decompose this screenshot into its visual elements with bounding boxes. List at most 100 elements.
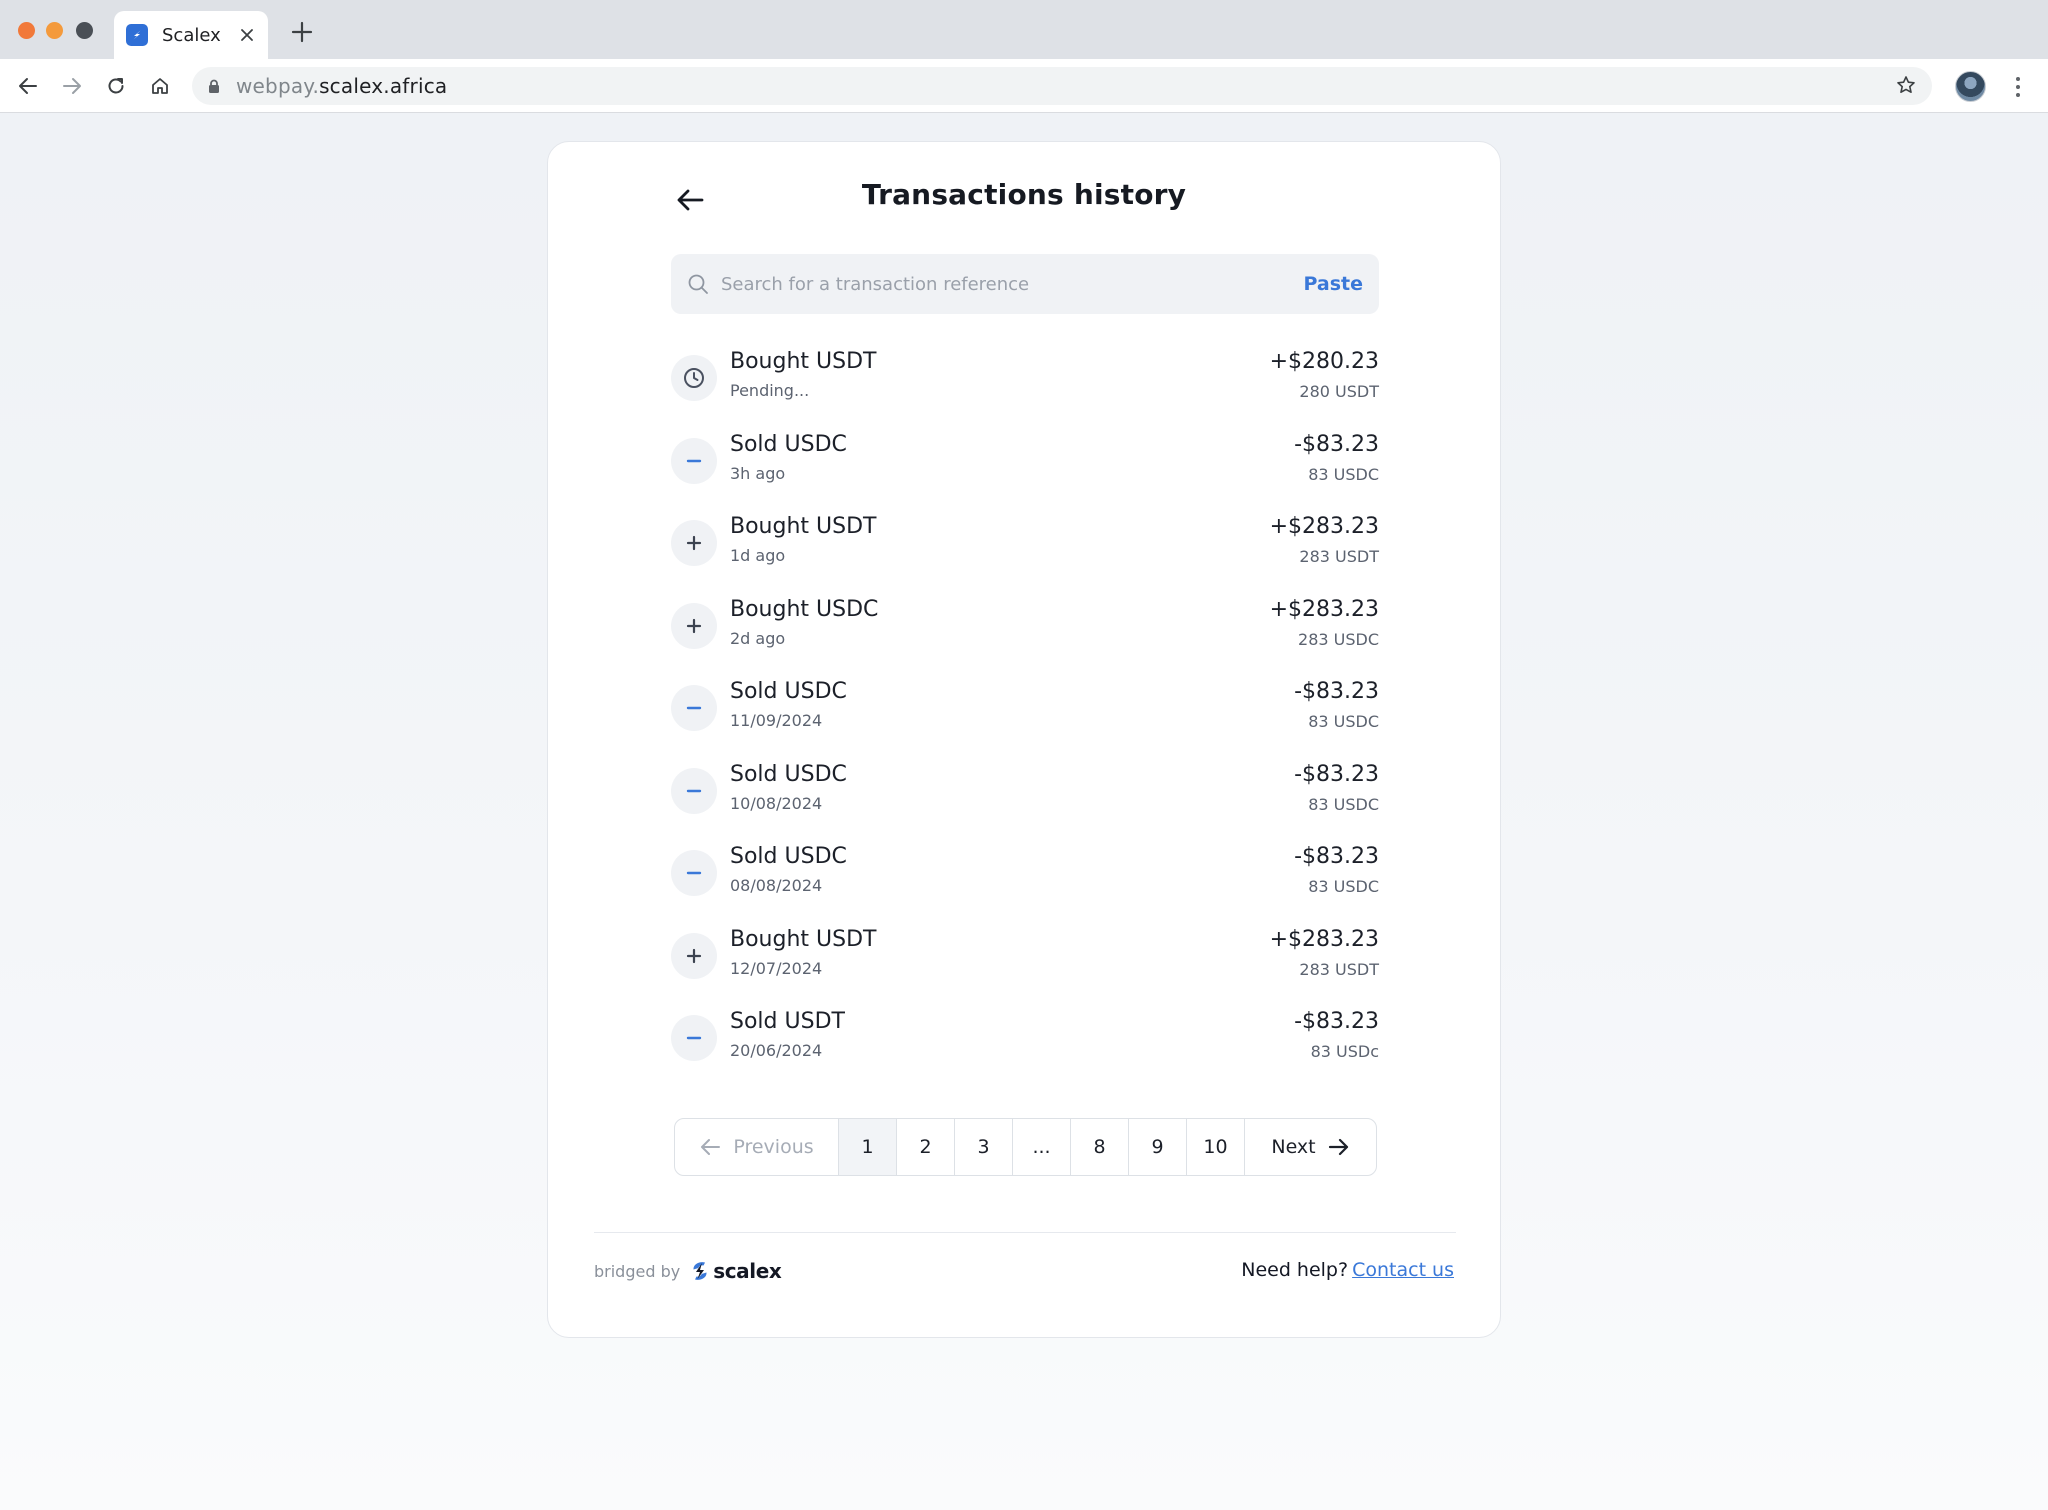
window-minimize-button[interactable] — [46, 22, 63, 39]
transaction-amount: +$283.23 — [1269, 926, 1379, 952]
minus-icon — [671, 767, 717, 814]
help-section: Need help? Contact us — [1241, 1259, 1454, 1281]
page-9-button[interactable]: 9 — [1129, 1119, 1187, 1175]
transaction-date: 10/08/2024 — [730, 793, 823, 813]
tab-close-icon[interactable] — [238, 25, 256, 46]
scalex-logo: scalex — [690, 1259, 782, 1283]
minus-icon — [671, 850, 717, 896]
scalex-favicon-icon — [126, 24, 148, 46]
search-field[interactable]: Search for a transaction reference Paste — [671, 254, 1379, 314]
address-bar[interactable]: webpay.scalex.africa — [192, 67, 1932, 105]
transaction-row[interactable]: Bought USDT 1d ago +$283.23 283 USDT — [671, 510, 1379, 593]
browser-reload-icon[interactable] — [102, 72, 130, 100]
browser-home-icon[interactable] — [146, 72, 174, 100]
minus-icon — [671, 1015, 717, 1061]
window-zoom-button[interactable] — [76, 22, 93, 39]
transaction-date: 20/06/2024 — [730, 1041, 823, 1060]
transaction-date: 11/09/2024 — [730, 711, 823, 730]
transaction-row[interactable]: Sold USDC 10/08/2024 -$83.23 83 USDC — [671, 758, 1379, 841]
need-help-text: Need help? — [1241, 1259, 1349, 1281]
browser-toolbar: webpay.scalex.africa — [0, 59, 2048, 113]
transaction-amount: -$83.23 — [1294, 431, 1379, 457]
plus-icon — [671, 520, 717, 566]
transaction-title: Bought USDC — [730, 596, 879, 622]
transaction-status: Pending... — [730, 381, 810, 400]
browser-tab-bar: Scalex — [0, 0, 2048, 59]
window-close-button[interactable] — [18, 22, 35, 39]
transaction-time: 3h ago — [730, 463, 786, 483]
page-ellipsis: ... — [1013, 1119, 1071, 1175]
powered-by: bridged by scalex — [594, 1259, 782, 1283]
arrow-right-icon — [1328, 1137, 1350, 1157]
transaction-crypto-amount: 83 USDC — [1308, 877, 1379, 896]
plus-icon — [671, 602, 717, 649]
minus-icon — [671, 685, 717, 731]
footer-divider — [594, 1232, 1456, 1233]
transaction-row[interactable]: Bought USDC 2d ago +$283.23 283 USDC — [671, 593, 1379, 676]
search-input[interactable]: Search for a transaction reference — [721, 274, 1303, 295]
transaction-row[interactable]: Sold USDT 20/06/2024 -$83.23 83 USDc — [671, 1005, 1379, 1088]
transaction-row[interactable]: Sold USDC 11/09/2024 -$83.23 83 USDC — [671, 675, 1379, 758]
page-3-button[interactable]: 3 — [955, 1119, 1013, 1175]
browser-tab[interactable]: Scalex — [114, 11, 268, 59]
transaction-title: Sold USDC — [730, 679, 847, 704]
transaction-list: Bought USDT Pending... +$280.23 280 USDT… — [671, 345, 1379, 1088]
transaction-row[interactable]: Sold USDC 3h ago -$83.23 83 USDC — [671, 428, 1379, 511]
previous-label: Previous — [733, 1136, 814, 1158]
transaction-crypto-amount: 83 USDC — [1308, 712, 1379, 731]
scalex-logo-icon — [690, 1260, 710, 1282]
brand-name: scalex — [713, 1259, 782, 1283]
transaction-amount: -$83.23 — [1294, 1009, 1379, 1034]
contact-us-link[interactable]: Contact us — [1352, 1259, 1454, 1281]
lock-icon — [208, 79, 220, 94]
clock-icon — [671, 355, 717, 401]
transaction-title: Bought USDT — [730, 514, 877, 539]
transaction-crypto-amount: 83 USDC — [1308, 464, 1379, 484]
profile-avatar[interactable] — [1955, 71, 1986, 102]
minus-icon — [671, 437, 717, 484]
transaction-date: 08/08/2024 — [730, 876, 823, 895]
next-page-button[interactable]: Next — [1245, 1119, 1376, 1175]
transaction-title: Bought USDT — [730, 926, 877, 952]
bridged-by-text: bridged by — [594, 1261, 681, 1281]
transaction-crypto-amount: 283 USDC — [1298, 629, 1379, 649]
tab-title: Scalex — [162, 24, 221, 46]
transaction-amount: +$283.23 — [1269, 596, 1379, 622]
browser-menu-icon[interactable] — [2008, 74, 2028, 100]
transaction-amount: -$83.23 — [1294, 761, 1379, 787]
transaction-amount: +$280.23 — [1269, 349, 1379, 374]
transactions-card: Transactions history Search for a transa… — [547, 141, 1501, 1338]
transaction-crypto-amount: 83 USDC — [1308, 794, 1379, 814]
page-2-button[interactable]: 2 — [897, 1119, 955, 1175]
new-tab-button[interactable] — [288, 18, 316, 46]
transaction-title: Bought USDT — [730, 349, 877, 374]
transaction-row[interactable]: Bought USDT 12/07/2024 +$283.23 283 USDT — [671, 923, 1379, 1006]
page-10-button[interactable]: 10 — [1187, 1119, 1245, 1175]
transaction-crypto-amount: 83 USDc — [1310, 1042, 1379, 1061]
page-title: Transactions history — [861, 178, 1187, 211]
url-text: webpay.scalex.africa — [236, 74, 448, 98]
previous-page-button[interactable]: Previous — [675, 1119, 839, 1175]
transaction-row[interactable]: Sold USDC 08/08/2024 -$83.23 83 USDC — [671, 840, 1379, 923]
search-icon — [687, 273, 709, 295]
next-label: Next — [1271, 1136, 1316, 1158]
transaction-crypto-amount: 283 USDT — [1299, 959, 1379, 979]
paste-button[interactable]: Paste — [1303, 273, 1363, 295]
plus-icon — [671, 932, 717, 979]
transaction-title: Sold USDC — [730, 431, 847, 457]
transaction-date: 12/07/2024 — [730, 958, 823, 978]
bookmark-star-icon[interactable] — [1896, 75, 1916, 99]
transaction-time: 1d ago — [730, 546, 786, 565]
page-8-button[interactable]: 8 — [1071, 1119, 1129, 1175]
pagination: Previous 1 2 3 ... 8 9 10 Next — [674, 1118, 1377, 1176]
transaction-crypto-amount: 283 USDT — [1299, 547, 1379, 566]
transaction-row[interactable]: Bought USDT Pending... +$280.23 280 USDT — [671, 345, 1379, 428]
transaction-title: Sold USDC — [730, 844, 847, 869]
browser-back-icon[interactable] — [14, 72, 42, 100]
arrow-left-icon — [699, 1137, 721, 1157]
browser-forward-icon[interactable] — [58, 72, 86, 100]
transaction-amount: +$283.23 — [1269, 514, 1379, 539]
transaction-time: 2d ago — [730, 628, 786, 648]
transaction-amount: -$83.23 — [1294, 679, 1379, 704]
page-1-button[interactable]: 1 — [839, 1119, 897, 1175]
